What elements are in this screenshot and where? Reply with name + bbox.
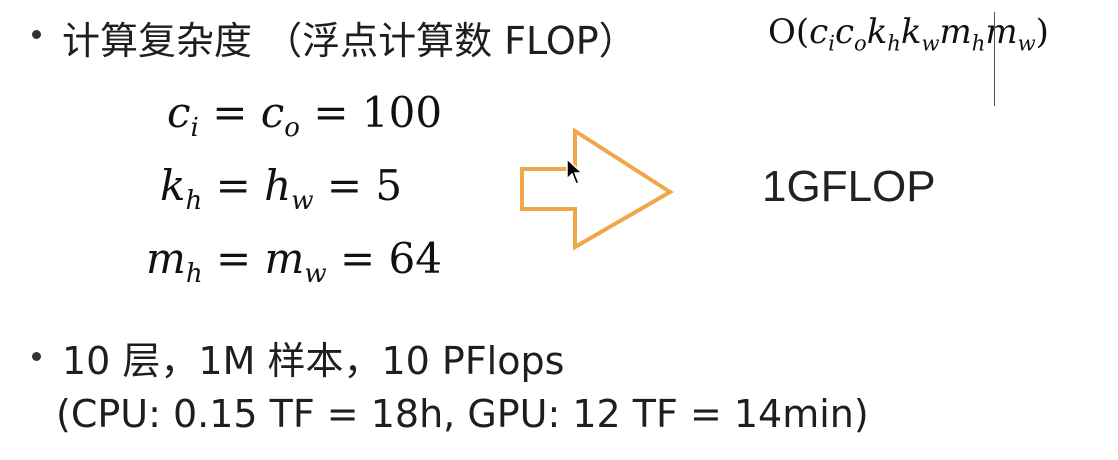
equation-row: kh = hw = 5 <box>160 161 403 217</box>
complexity-formula: O(cicokhkwmhmw) <box>768 12 1049 56</box>
formula-term: mh <box>939 12 986 56</box>
complexity-heading: 计算复杂度 （浮点计算数 FLOP） <box>62 19 637 63</box>
equation-row: mh = mw = 64 <box>146 234 442 290</box>
equation-row: ci = co = 100 <box>167 88 443 144</box>
training-summary: 10 层，1M 样本，10 PFlops <box>62 339 565 383</box>
bullet-point <box>32 352 41 361</box>
formula-prefix: O( <box>768 12 810 52</box>
equation-value: 100 <box>361 88 443 137</box>
bullet-point <box>32 30 41 39</box>
formula-term: co <box>834 12 867 56</box>
hardware-timing: (CPU: 0.15 TF = 18h, GPU: 12 TF = 14min) <box>56 392 869 436</box>
formula-term: kw <box>900 12 940 56</box>
formula-term: mw <box>985 12 1036 56</box>
text-cursor <box>994 12 995 106</box>
equation-value: 5 <box>375 161 403 210</box>
formula-suffix: ) <box>1035 12 1049 52</box>
formula-term: kh <box>866 12 901 56</box>
mouse-pointer-icon <box>566 158 584 185</box>
right-arrow-outline-icon <box>520 127 674 251</box>
formula-term: ci <box>809 12 835 56</box>
equation-value: 64 <box>388 234 442 283</box>
result-value: 1GFLOP <box>762 162 936 211</box>
